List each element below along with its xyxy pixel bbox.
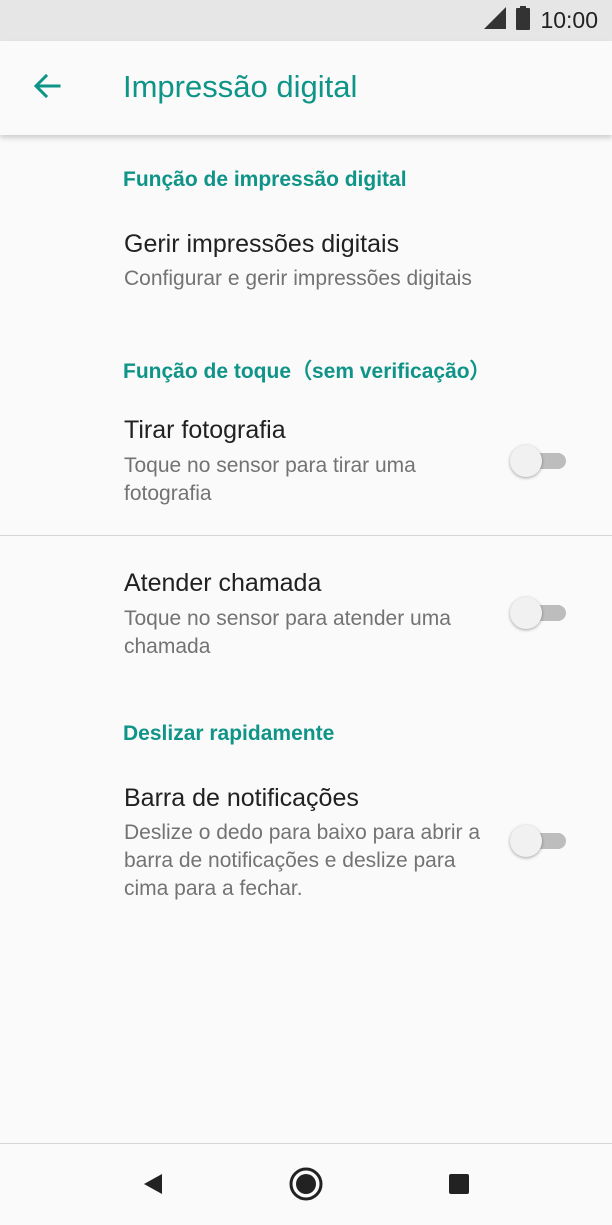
- answer-call-toggle[interactable]: [510, 596, 566, 630]
- page-title: Impressão digital: [123, 69, 358, 104]
- recents-square-icon: [447, 1172, 471, 1201]
- toggle-thumb: [510, 825, 542, 857]
- item-summary: Configurar e gerir impressões digitais: [124, 267, 472, 290]
- nav-recents-button[interactable]: [439, 1166, 479, 1206]
- notification-bar-toggle[interactable]: [510, 824, 566, 858]
- item-title: Gerir impressões digitais: [124, 230, 400, 258]
- back-triangle-icon: [141, 1172, 165, 1201]
- home-circle-icon: [288, 1166, 324, 1207]
- toggle-thumb: [510, 597, 542, 629]
- item-summary: Deslize o dedo para baixo para abrir a b…: [124, 821, 481, 900]
- battery-icon: [516, 6, 531, 35]
- item-title: Atender chamada: [124, 569, 322, 597]
- signal-icon: [484, 7, 507, 34]
- section-header-quick-swipe: Deslizar rapidamente: [123, 722, 335, 745]
- status-bar: 10:00: [0, 0, 612, 41]
- item-title: Barra de notificações: [124, 784, 359, 812]
- section-header-touch-function: Função de toque（sem verificação）: [123, 360, 491, 383]
- section-header-fingerprint-function: Função de impressão digital: [123, 168, 407, 191]
- settings-item-take-photo[interactable]: Tirar fotografia Toque no sensor para ti…: [0, 405, 612, 525]
- toggle-thumb: [510, 445, 542, 477]
- back-button[interactable]: [22, 63, 72, 113]
- status-time: 10:00: [540, 7, 598, 33]
- settings-item-manage-fingerprints[interactable]: Gerir impressões digitais Configurar e g…: [0, 215, 612, 307]
- arrow-back-icon: [32, 71, 62, 106]
- navigation-bar: [0, 1143, 612, 1225]
- settings-item-answer-call[interactable]: Atender chamada Toque no sensor para ate…: [0, 558, 612, 678]
- item-summary: Toque no sensor para atender uma chamada: [124, 607, 451, 658]
- nav-home-button[interactable]: [286, 1166, 326, 1206]
- take-photo-toggle[interactable]: [510, 444, 566, 478]
- divider: [0, 535, 612, 536]
- status-icons: 10:00: [484, 0, 598, 41]
- settings-item-notification-bar[interactable]: Barra de notificações Deslize o dedo par…: [0, 773, 612, 913]
- item-title: Tirar fotografia: [124, 416, 286, 444]
- app-bar: Impressão digital: [0, 41, 612, 135]
- item-summary: Toque no sensor para tirar uma fotografi…: [124, 454, 416, 505]
- nav-back-button[interactable]: [133, 1166, 173, 1206]
